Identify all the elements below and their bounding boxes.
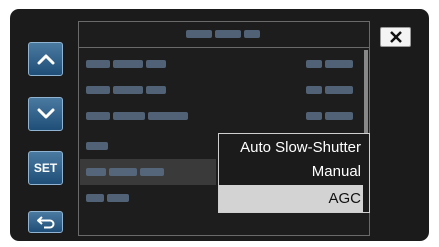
menu-row-selected[interactable]	[80, 159, 216, 185]
option-manual[interactable]: Manual	[312, 163, 361, 180]
menu-row[interactable]	[80, 103, 362, 129]
option-agc[interactable]: AGC	[328, 190, 361, 207]
chevron-down-icon	[37, 108, 54, 119]
scroll-down-button[interactable]	[28, 97, 63, 131]
option-auto-slow-shutter[interactable]: Auto Slow-Shutter	[240, 139, 361, 156]
menu-row[interactable]	[80, 51, 362, 77]
menu-title-blurred	[78, 21, 370, 48]
set-button[interactable]: SET	[28, 151, 63, 185]
chevron-up-icon	[37, 54, 54, 65]
back-button[interactable]	[28, 211, 63, 233]
close-button[interactable]	[380, 27, 411, 47]
set-label: SET	[33, 161, 58, 175]
scroll-up-button[interactable]	[28, 42, 63, 76]
menu-row[interactable]	[80, 77, 362, 103]
scrollbar[interactable]	[364, 50, 368, 134]
close-icon	[389, 31, 402, 43]
return-icon	[36, 216, 54, 229]
